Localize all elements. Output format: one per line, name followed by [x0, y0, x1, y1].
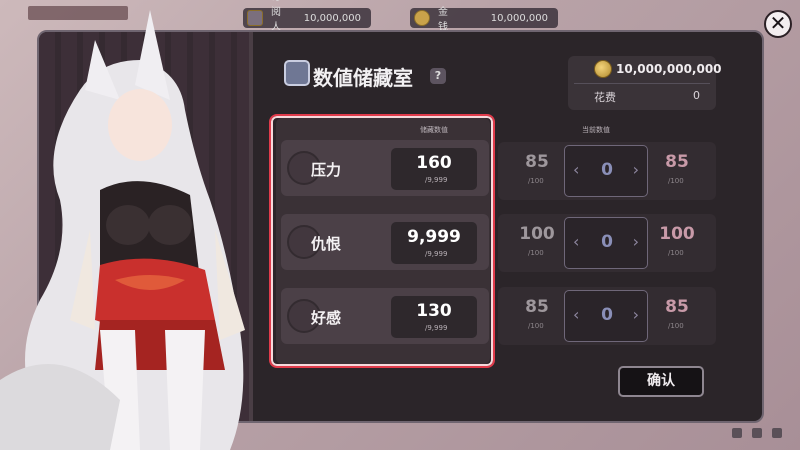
coin-icon	[594, 60, 612, 78]
increase-button[interactable]: ›	[633, 305, 639, 324]
coin-icon	[414, 10, 430, 26]
bottom-right-icons	[732, 428, 782, 438]
gold-value: 10,000,000	[490, 12, 548, 24]
new-value: 85	[665, 152, 689, 172]
increase-button[interactable]: ›	[633, 160, 639, 179]
stored-max: /9,999	[425, 324, 448, 332]
money-divider	[574, 83, 710, 84]
current-value: 85	[525, 152, 549, 172]
current-row-hatred: 100 /100 ‹ 0 › 100 /100	[498, 214, 716, 272]
stat-label: 仇恨	[311, 235, 342, 253]
adjust-stepper: ‹ 0 ›	[564, 145, 648, 197]
stored-value-box: 160 /9,999	[391, 148, 477, 190]
stored-value: 160	[416, 153, 452, 173]
stat-label: 压力	[311, 161, 342, 179]
adjust-stepper: ‹ 0 ›	[564, 217, 648, 269]
gold-pill: 金钱 10,000,000	[410, 7, 558, 33]
stat-label: 好感	[311, 309, 342, 327]
page-title: 数値储藏室	[313, 66, 413, 90]
stored-value: 9,999	[407, 227, 461, 247]
increase-button[interactable]: ›	[633, 232, 639, 251]
fox-girl-character	[0, 10, 245, 450]
current-value: 85	[525, 297, 549, 317]
stored-max: /9,999	[425, 176, 448, 184]
new-max: /100	[668, 177, 684, 185]
stored-max: /9,999	[425, 250, 448, 258]
gold-label: 金钱	[438, 7, 448, 33]
stored-value: 130	[416, 301, 452, 321]
current-row-affection: 85 /100 ‹ 0 › 85 /100	[498, 287, 716, 345]
current-max: /100	[528, 177, 544, 185]
current-row-stress: 85 /100 ‹ 0 › 85 /100	[498, 142, 716, 200]
settings-icon[interactable]	[752, 428, 762, 438]
current-header: 当前数值	[582, 126, 610, 134]
new-max: /100	[668, 322, 684, 330]
current-max: /100	[528, 322, 544, 330]
money-total: 10,000,000,000	[616, 62, 722, 76]
stored-value-box: 130 /9,999	[391, 296, 477, 338]
current-value: 100	[519, 224, 555, 244]
subscribers-value: 10,000,000	[303, 12, 361, 24]
new-value: 100	[659, 224, 695, 244]
storage-row-stress: 压力 160 /9,999	[281, 140, 489, 196]
new-max: /100	[668, 249, 684, 257]
exit-icon[interactable]	[772, 428, 782, 438]
stored-value-box: 9,999 /9,999	[391, 222, 477, 264]
help-icon[interactable]: ?	[430, 68, 446, 84]
cost-label: 花费	[594, 91, 616, 104]
storage-row-affection: 好感 130 /9,999	[281, 288, 489, 344]
cost-value: 0	[693, 89, 700, 102]
close-button[interactable]: ✕	[764, 10, 792, 38]
confirm-button[interactable]: 确认	[618, 366, 704, 397]
new-value: 85	[665, 297, 689, 317]
money-box: 10,000,000,000 花费 0	[568, 56, 722, 110]
storage-row-hatred: 仇恨 9,999 /9,999	[281, 214, 489, 270]
current-max: /100	[528, 249, 544, 257]
storage-header: 储藏数值	[420, 126, 448, 134]
adjust-stepper: ‹ 0 ›	[564, 290, 648, 342]
storage-icon	[284, 60, 310, 86]
menu-icon[interactable]	[732, 428, 742, 438]
